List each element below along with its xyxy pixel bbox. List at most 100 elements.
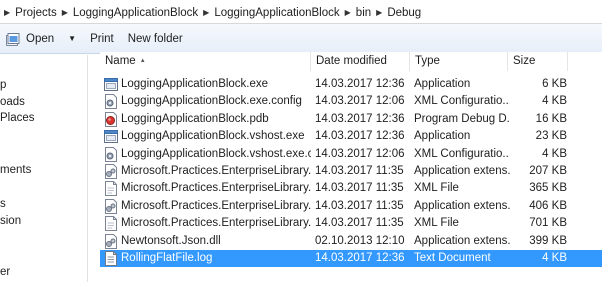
breadcrumb-separator-icon[interactable]: ▶ bbox=[58, 8, 72, 17]
file-date-modified: 14.03.2017 11:35 bbox=[315, 165, 404, 177]
column-header-size[interactable]: Size bbox=[508, 52, 568, 71]
file-size: 4 KB bbox=[542, 252, 567, 264]
file-name: Microsoft.Practices.EnterpriseLibrary.Co… bbox=[121, 182, 311, 195]
file-row[interactable]: LoggingApplicationBlock.vshost.exe.con..… bbox=[100, 146, 602, 163]
config-icon bbox=[104, 146, 118, 162]
file-type: Application extens... bbox=[414, 165, 510, 177]
column-header-date[interactable]: Date modified bbox=[311, 52, 410, 71]
file-size: 399 KB bbox=[529, 234, 567, 247]
file-name: LoggingApplicationBlock.exe bbox=[121, 78, 269, 90]
navigation-pane: p oads Places ments s sion er bbox=[0, 55, 88, 282]
file-row[interactable]: Microsoft.Practices.EnterpriseLibrary.Lo… bbox=[100, 198, 602, 215]
exe-icon bbox=[104, 129, 118, 144]
file-name: Microsoft.Practices.EnterpriseLibrary.Co… bbox=[121, 165, 311, 177]
open-button[interactable]: Open ▼ bbox=[0, 28, 82, 50]
file-size: 365 KB bbox=[529, 182, 567, 195]
file-name: Microsoft.Practices.EnterpriseLibrary.Lo… bbox=[121, 199, 311, 212]
nav-item-computer[interactable]: er bbox=[0, 266, 10, 278]
breadcrumb-separator-icon: ▶ bbox=[4, 8, 11, 17]
file-row[interactable]: RollingFlatFile.log 14.03.2017 12:36 Text … bbox=[100, 250, 602, 267]
file-type: Application extens... bbox=[414, 199, 510, 212]
file-row[interactable]: LoggingApplicationBlock.vshost.exe 14.03.… bbox=[100, 128, 602, 145]
command-bar: Open ▼ Print New folder bbox=[0, 24, 602, 54]
file-size: 406 KB bbox=[529, 199, 567, 212]
file-row[interactable]: Microsoft.Practices.EnterpriseLibrary.Co… bbox=[100, 180, 602, 197]
print-button[interactable]: Print bbox=[84, 28, 120, 50]
file-size: 4 KB bbox=[542, 95, 567, 108]
xml-icon bbox=[104, 216, 118, 232]
file-row[interactable]: LoggingApplicationBlock.exe 14.03.2017 12… bbox=[100, 76, 602, 93]
address-bar[interactable]: ▶ Projects ▶ LoggingApplicationBlock ▶ L… bbox=[0, 0, 602, 24]
column-header-type[interactable]: Type bbox=[410, 52, 508, 71]
file-date-modified: 14.03.2017 11:35 bbox=[315, 217, 404, 230]
column-header: Name ▲ Date modified Type Size bbox=[100, 52, 602, 72]
file-type: XML Configuratio... bbox=[414, 147, 510, 160]
column-header-name[interactable]: Name ▲ bbox=[100, 52, 311, 71]
file-date-modified: 02.10.2013 12:10 bbox=[315, 234, 405, 247]
nav-item-recent-places[interactable]: Places bbox=[0, 112, 35, 124]
file-date-modified: 14.03.2017 11:35 bbox=[315, 182, 404, 195]
breadcrumb: ▶ Projects ▶ LoggingApplicationBlock ▶ L… bbox=[0, 4, 422, 21]
breadcrumb-loggingapplicationblock-inner[interactable]: LoggingApplicationBlock bbox=[213, 7, 340, 19]
file-date-modified: 14.03.2017 11:35 bbox=[315, 199, 404, 212]
exe-icon bbox=[104, 77, 118, 92]
nav-item-documents[interactable]: ments bbox=[0, 164, 31, 176]
nav-item-favorites[interactable]: p bbox=[0, 79, 6, 91]
file-type: XML File bbox=[414, 217, 459, 230]
file-name: LoggingApplicationBlock.vshost.exe.con..… bbox=[121, 147, 311, 160]
nav-item-pictures[interactable]: s bbox=[0, 198, 6, 210]
file-name: RollingFlatFile.log bbox=[121, 252, 213, 264]
breadcrumb-projects[interactable]: Projects bbox=[14, 7, 58, 19]
nav-item-subversion[interactable]: sion bbox=[0, 215, 21, 227]
file-date-modified: 14.03.2017 12:36 bbox=[315, 78, 405, 90]
file-type: Program Debug D... bbox=[414, 112, 510, 125]
file-size: 6 KB bbox=[542, 78, 567, 90]
file-row[interactable]: Newtonsoft.Json.dll 02.10.2013 12:10 Appli… bbox=[100, 233, 602, 250]
breadcrumb-separator-icon[interactable]: ▶ bbox=[199, 8, 213, 17]
dll-icon bbox=[104, 164, 118, 179]
xml-icon bbox=[104, 181, 118, 197]
file-row[interactable]: Microsoft.Practices.EnterpriseLibrary.Co… bbox=[100, 163, 602, 180]
file-date-modified: 14.03.2017 12:06 bbox=[315, 95, 405, 108]
nav-item-downloads[interactable]: oads bbox=[0, 96, 25, 108]
open-label: Open bbox=[26, 32, 55, 45]
chevron-down-icon[interactable]: ▼ bbox=[68, 34, 76, 43]
file-size: 4 KB bbox=[542, 147, 567, 160]
breadcrumb-separator-icon[interactable]: ▶ bbox=[372, 8, 386, 17]
file-type: Text Document bbox=[414, 252, 491, 264]
file-type: Application bbox=[414, 130, 471, 143]
breadcrumb-bin[interactable]: bin bbox=[355, 7, 372, 19]
file-date-modified: 14.03.2017 12:36 bbox=[315, 130, 405, 143]
file-date-modified: 14.03.2017 12:36 bbox=[315, 252, 405, 264]
dll-icon bbox=[104, 198, 118, 214]
config-icon bbox=[104, 94, 118, 110]
open-icon bbox=[6, 32, 20, 46]
file-size: 207 KB bbox=[529, 165, 567, 177]
file-date-modified: 14.03.2017 12:36 bbox=[315, 112, 405, 125]
file-type: Application extens... bbox=[414, 234, 510, 247]
file-size: 701 KB bbox=[529, 217, 567, 230]
file-name: LoggingApplicationBlock.vshost.exe bbox=[121, 130, 305, 143]
pdb-icon bbox=[104, 111, 118, 127]
file-name: LoggingApplicationBlock.pdb bbox=[121, 112, 269, 125]
file-date-modified: 14.03.2017 12:06 bbox=[315, 147, 405, 160]
file-name: Microsoft.Practices.EnterpriseLibrary.Lo… bbox=[121, 217, 311, 230]
sort-ascending-icon: ▲ bbox=[139, 58, 146, 64]
new-folder-button[interactable]: New folder bbox=[122, 28, 189, 50]
breadcrumb-loggingapplicationblock[interactable]: LoggingApplicationBlock bbox=[72, 7, 199, 19]
file-name: Newtonsoft.Json.dll bbox=[121, 234, 221, 247]
breadcrumb-debug[interactable]: Debug bbox=[386, 7, 422, 19]
file-size: 23 KB bbox=[535, 130, 567, 143]
column-header-name-label: Name bbox=[105, 55, 136, 67]
dll-icon bbox=[104, 233, 118, 249]
breadcrumb-separator-icon[interactable]: ▶ bbox=[341, 8, 355, 17]
file-type: XML File bbox=[414, 182, 459, 195]
file-row[interactable]: LoggingApplicationBlock.exe.config 14.03.… bbox=[100, 93, 602, 110]
text-file-icon bbox=[104, 251, 118, 266]
file-name: LoggingApplicationBlock.exe.config bbox=[121, 95, 302, 108]
file-type: XML Configuratio... bbox=[414, 95, 510, 108]
file-type: Application bbox=[414, 78, 471, 90]
file-row[interactable]: LoggingApplicationBlock.pdb 14.03.2017 12… bbox=[100, 111, 602, 128]
file-size: 16 KB bbox=[535, 112, 567, 125]
file-row[interactable]: Microsoft.Practices.EnterpriseLibrary.Lo… bbox=[100, 215, 602, 232]
